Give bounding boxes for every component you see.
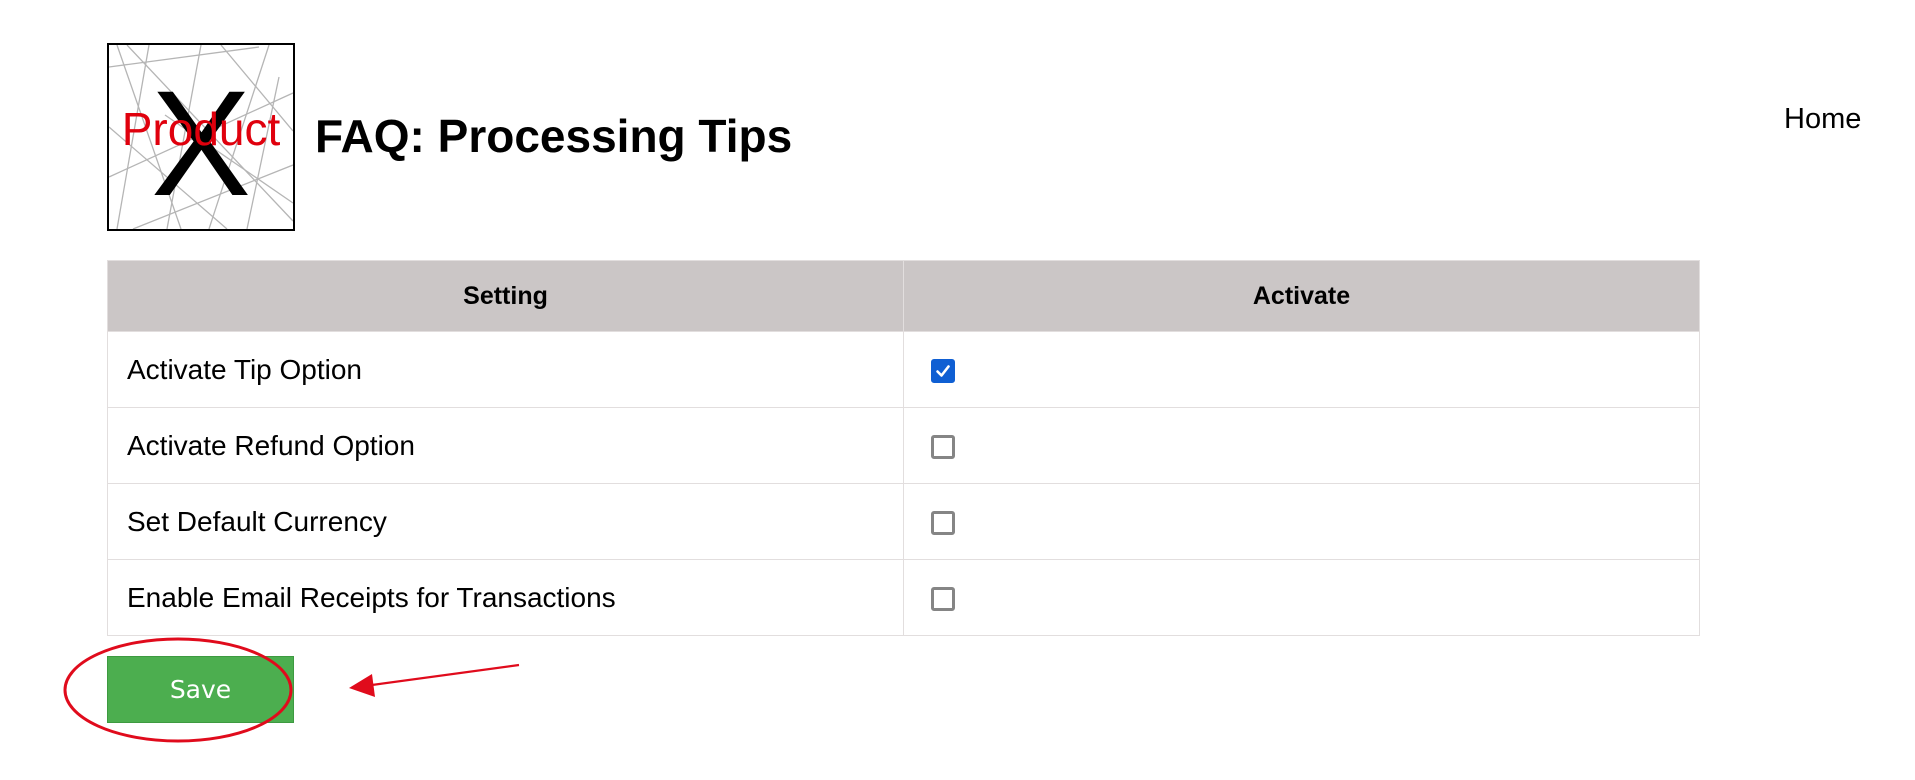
setting-label-email-receipts: Enable Email Receipts for Transactions — [107, 559, 904, 636]
setting-label-default-currency: Set Default Currency — [107, 483, 904, 560]
setting-label-tip-option: Activate Tip Option — [107, 331, 904, 408]
page: X Product FAQ: Processing Tips Home Sett… — [0, 0, 1915, 780]
table-row: Enable Email Receipts for Transactions — [107, 559, 1700, 636]
annotation-arrow-line — [371, 663, 520, 687]
save-button[interactable]: Save — [107, 656, 294, 723]
table-row: Activate Refund Option — [107, 407, 1700, 484]
settings-table: Setting Activate Activate Tip Option Act… — [107, 260, 1700, 636]
default-currency-checkbox[interactable] — [931, 511, 955, 536]
table-row: Set Default Currency — [107, 483, 1700, 560]
nav-home-link[interactable]: Home — [1784, 102, 1861, 136]
setting-label-refund-option: Activate Refund Option — [107, 407, 904, 484]
refund-option-checkbox[interactable] — [931, 435, 955, 460]
logo-graphic: X Product — [109, 45, 293, 229]
page-title: FAQ: Processing Tips — [315, 110, 793, 162]
tip-option-checkbox[interactable] — [931, 359, 955, 384]
logo-word: Product — [122, 103, 281, 155]
column-header-activate: Activate — [903, 260, 1700, 332]
table-row: Activate Tip Option — [107, 331, 1700, 408]
table-header-row: Setting Activate — [107, 260, 1700, 332]
checkmark-icon — [936, 365, 950, 377]
arrow-head-icon — [349, 674, 375, 697]
email-receipts-checkbox[interactable] — [931, 587, 955, 612]
product-x-logo: X Product — [107, 43, 295, 231]
column-header-setting: Setting — [107, 260, 904, 332]
